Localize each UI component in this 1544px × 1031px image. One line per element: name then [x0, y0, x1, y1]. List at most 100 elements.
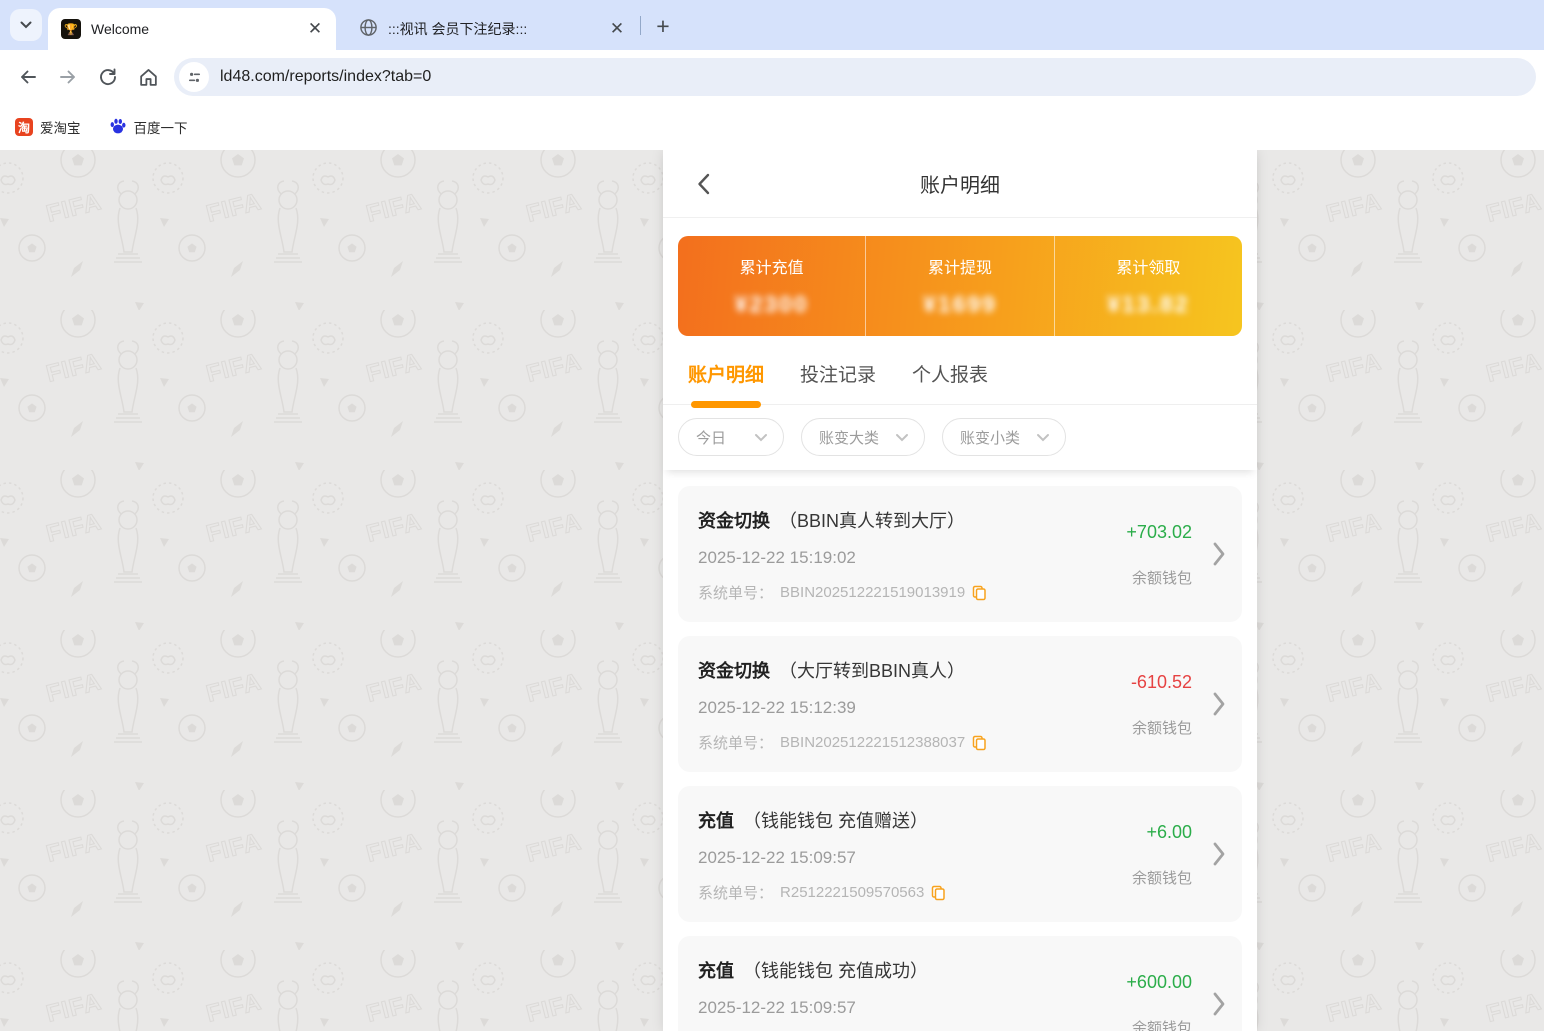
forward-icon — [60, 70, 75, 84]
record-detail: （钱能钱包 充值成功） — [743, 961, 928, 981]
order-prefix: 系统单号： — [698, 735, 774, 752]
chevron-right-icon[interactable] — [1212, 541, 1226, 567]
record-order-row: 系统单号： BBIN202512221512388037 — [698, 732, 1092, 753]
filter-label: 账变小类 — [960, 429, 1021, 447]
chevron-right-icon[interactable] — [1212, 841, 1226, 867]
summary-value-blurred: ¥13.82 — [1107, 291, 1190, 317]
chevron-down-icon — [755, 433, 768, 441]
summary-total-claimed: 累计领取 ¥13.82 — [1053, 236, 1242, 336]
record-row[interactable]: 充值 （钱能钱包 充值赠送） 2025-12-22 15:09:57 系统单号： … — [678, 786, 1242, 922]
copy-icon[interactable] — [931, 885, 946, 901]
record-time: 2025-12-22 15:09:57 — [698, 848, 856, 867]
summary-value-blurred: ¥2300 — [734, 291, 809, 317]
browser-tabstrip: 🏆 Welcome ✕ :::视讯 会员下注纪录::: ✕ + — [0, 0, 1544, 50]
record-amount: +703.02 — [1126, 522, 1192, 542]
tab-betting-records[interactable]: 投注记录 — [800, 360, 876, 404]
filter-label: 账变大类 — [819, 429, 880, 447]
record-detail: （大厅转到BBIN真人） — [779, 661, 966, 681]
filter-major-category-dropdown[interactable]: 账变大类 — [801, 418, 926, 456]
record-order-row: 系统单号： BBIN202512221519013919 — [698, 582, 1092, 603]
order-prefix: 系统单号： — [698, 885, 774, 902]
chevron-down-icon — [20, 16, 32, 34]
record-type: 资金切换 — [698, 511, 770, 531]
forward-button[interactable] — [48, 57, 88, 97]
record-amount-block: +6.00 余额钱包 — [1132, 822, 1192, 888]
record-wallet: 余额钱包 — [1131, 570, 1192, 587]
panel-header: 账户明细 — [663, 150, 1257, 218]
chevron-down-icon — [896, 433, 909, 441]
tab-search-button[interactable] — [10, 9, 42, 41]
summary-value-blurred: ¥1699 — [923, 291, 997, 317]
record-type: 资金切换 — [698, 661, 770, 681]
summary-card: 累计充值 ¥2300 累计提现 ¥1699 累计领取 ¥13.82 — [678, 236, 1242, 336]
address-bar[interactable]: ld48.com/reports/index?tab=0 — [174, 58, 1536, 96]
report-tabs: 账户明细 投注记录 个人报表 — [663, 336, 1257, 408]
copy-icon[interactable] — [972, 735, 987, 751]
taobao-icon: 淘 — [15, 118, 33, 136]
summary-total-withdraw: 累计提现 ¥1699 — [865, 236, 1053, 336]
tab-personal-report[interactable]: 个人报表 — [912, 360, 988, 404]
browser-tab-betting-record[interactable]: :::视讯 会员下注纪录::: ✕ — [346, 8, 638, 50]
record-list: 资金切换 （BBIN真人转到大厅） 2025-12-22 15:19:02 系统单… — [663, 470, 1257, 1031]
record-amount-block: +703.02 余额钱包 — [1126, 522, 1192, 588]
order-number: BBIN202512221512388037 — [780, 734, 966, 751]
chevron-right-icon[interactable] — [1212, 991, 1226, 1017]
record-time: 2025-12-22 15:19:02 — [698, 548, 856, 567]
bookmark-taobao[interactable]: 淘 爱淘宝 — [15, 117, 81, 137]
record-amount: -610.52 — [1130, 672, 1192, 692]
record-amount-block: +600.00 余额钱包 — [1126, 972, 1192, 1031]
record-wallet: 余额钱包 — [1131, 720, 1192, 737]
page-back-button[interactable] — [691, 172, 715, 196]
tab-label: 账户明细 — [688, 365, 765, 386]
record-title: 充值 （钱能钱包 充值成功） — [698, 957, 1092, 983]
bookmark-baidu[interactable]: 百度一下 — [109, 117, 188, 138]
record-amount-block: -610.52 余额钱包 — [1131, 672, 1192, 738]
record-time: 2025-12-22 15:12:39 — [698, 698, 856, 717]
record-row[interactable]: 资金切换 （BBIN真人转到大厅） 2025-12-22 15:19:02 系统单… — [678, 486, 1242, 622]
filter-label: 今日 — [696, 429, 727, 447]
record-row[interactable]: 充值（钱能钱包 充值成功） 2025-12-22 15:09:57 系统单号： … — [678, 936, 1242, 1031]
chevron-right-icon[interactable] — [1212, 691, 1226, 717]
record-wallet: 余额钱包 — [1131, 870, 1192, 887]
record-type: 充值 — [698, 961, 734, 981]
record-amount: +600.00 — [1126, 972, 1192, 992]
record-row[interactable]: 资金切换 （大厅转到BBIN真人） 2025-12-22 15:12:39 系统单… — [678, 636, 1242, 772]
chevron-down-icon — [1037, 433, 1050, 441]
summary-label: 累计充值 — [739, 260, 804, 277]
record-title: 充值 （钱能钱包 充值赠送） — [698, 807, 1092, 833]
account-panel: 账户明细 累计充值 ¥2300 累计提现 ¥1699 累计领取 ¥13.82 账… — [663, 150, 1257, 1031]
reload-button[interactable] — [88, 57, 128, 97]
summary-label: 累计领取 — [1116, 260, 1181, 277]
tab-account-details[interactable]: 账户明细 — [688, 360, 765, 408]
browser-tab-welcome[interactable]: 🏆 Welcome ✕ — [48, 8, 336, 50]
filter-date-dropdown[interactable]: 今日 — [678, 418, 785, 456]
order-prefix: 系统单号： — [698, 585, 774, 602]
tab-divider — [640, 16, 641, 35]
back-button[interactable] — [8, 57, 48, 97]
summary-total-deposit: 累计充值 ¥2300 — [678, 236, 865, 336]
record-order-row: 系统单号： R2512221509570563 — [698, 882, 1092, 903]
active-tab-underline — [691, 401, 761, 408]
filter-row: 今日 账变大类 账变小类 — [663, 405, 1257, 470]
order-number: R2512221509570563 — [780, 884, 925, 901]
home-button[interactable] — [128, 57, 168, 97]
record-title: 资金切换 （大厅转到BBIN真人） — [698, 657, 1092, 683]
record-title: 资金切换 （BBIN真人转到大厅） — [698, 507, 1092, 533]
record-detail: （钱能钱包 充值赠送） — [743, 811, 928, 831]
summary-label: 累计提现 — [927, 260, 992, 277]
filter-minor-category-dropdown[interactable]: 账变小类 — [942, 418, 1067, 456]
new-tab-button[interactable]: + — [648, 11, 678, 41]
globe-icon — [359, 18, 378, 40]
bookmark-label: 爱淘宝 — [40, 121, 81, 136]
reload-icon — [100, 68, 116, 86]
trophy-favicon-icon: 🏆 — [61, 19, 81, 39]
browser-toolbar: ld48.com/reports/index?tab=0 — [0, 50, 1544, 104]
tab-title: Welcome — [91, 21, 150, 37]
close-icon[interactable]: ✕ — [604, 16, 630, 42]
site-info-button[interactable] — [179, 62, 209, 92]
copy-icon[interactable] — [972, 585, 987, 601]
record-type: 充值 — [698, 811, 734, 831]
close-icon[interactable]: ✕ — [302, 16, 328, 42]
back-icon — [21, 70, 36, 84]
tab-label: 投注记录 — [800, 365, 877, 386]
